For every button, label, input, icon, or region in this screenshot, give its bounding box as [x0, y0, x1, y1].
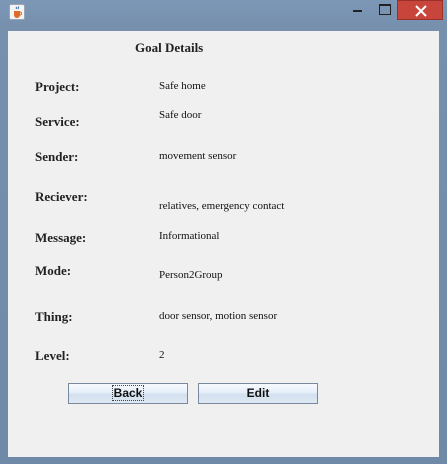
project-label: Project:: [35, 79, 80, 94]
title-bar[interactable]: [0, 0, 447, 26]
message-value: Informational: [159, 230, 220, 242]
back-button[interactable]: Back: [68, 383, 188, 404]
page-title: Goal Details: [135, 40, 204, 55]
close-icon[interactable]: [397, 0, 443, 20]
message-label: Message:: [35, 230, 87, 245]
mode-value: Person2Group: [159, 269, 223, 281]
project-value: Safe home: [159, 80, 206, 92]
back-button-label: Back: [111, 385, 145, 401]
sender-value: movement sensor: [159, 150, 237, 162]
level-value: 2: [159, 349, 165, 361]
goal-details-panel: Goal Details Project: Safe home Service:…: [8, 31, 439, 457]
mode-label: Mode:: [35, 263, 72, 278]
sender-label: Sender:: [35, 149, 79, 164]
thing-value: door sensor, motion sensor: [159, 310, 278, 322]
thing-label: Thing:: [35, 309, 73, 324]
maximize-icon[interactable]: [370, 0, 397, 20]
service-value: Safe door: [159, 109, 202, 121]
receiver-label: Reciever:: [35, 189, 88, 204]
minimize-icon[interactable]: [343, 0, 371, 20]
edit-button[interactable]: Edit: [198, 383, 318, 404]
level-label: Level:: [35, 348, 70, 363]
service-label: Service:: [35, 114, 80, 129]
java-cup-icon[interactable]: [9, 4, 25, 20]
application-window: Goal Details Project: Safe home Service:…: [0, 0, 447, 464]
receiver-value: relatives, emergency contact: [159, 200, 285, 212]
